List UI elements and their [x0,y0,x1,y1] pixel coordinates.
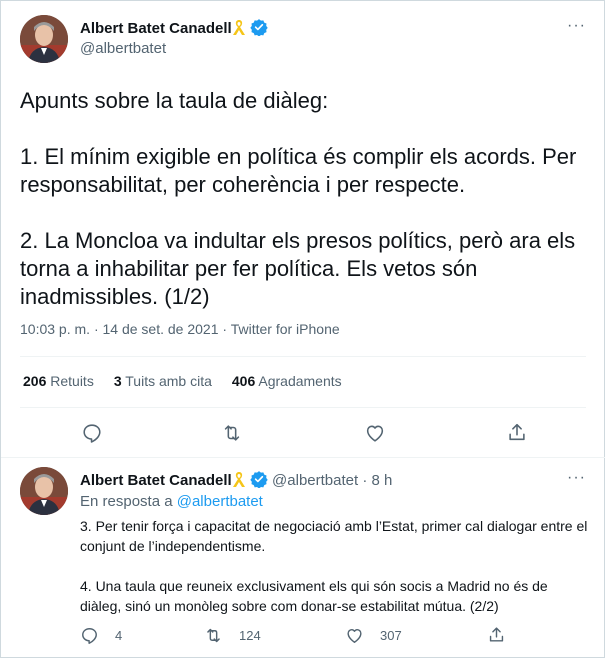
retweet-button[interactable] [221,422,243,449]
tweet-text: Apunts sobre la taula de diàleg: 1. El m… [20,87,586,311]
avatar-photo [20,15,68,63]
avatar-photo [20,467,68,515]
replying-to-handle[interactable]: @albertbatet [177,493,263,510]
tweet-paragraph: 3. Per tenir força i capacitat de negoci… [80,518,588,554]
tweet-meta: 10:03 p. m. · 14 de set. de 2021 · Twitt… [20,321,340,337]
tweet-thread: Albert Batet Canadell @albertbatet ··· A… [0,0,605,658]
retweet-icon [224,425,240,441]
share-button[interactable] [506,421,528,448]
tweet-paragraph: 2. La Moncloa va indultar els presos pol… [20,228,576,309]
stat-quotes[interactable]: 3 Tuits amb cita [114,373,212,389]
tweet-paragraph: 1. El mínim exigible en política és comp… [20,144,577,197]
retweet-button[interactable]: 124 [204,626,261,645]
share-button[interactable] [487,625,506,644]
share-icon [509,423,525,441]
author-handle[interactable]: @albertbatet [80,40,166,57]
like-icon [347,629,362,643]
verified-badge-icon [250,19,268,36]
tweet-stats: 206 Retuits 3 Tuits amb cita 406 Agradam… [23,373,342,389]
reply-header: Albert Batet Canadell @albertbatet · 8 h [80,470,392,489]
stat-retweets[interactable]: 206 Retuits [23,373,94,389]
meta-separator: · [222,321,228,337]
meta-separator: · [362,472,368,489]
avatar[interactable] [20,15,68,63]
tweet-paragraph: Apunts sobre la taula de diàleg: [20,88,329,113]
reply-button[interactable] [81,422,103,449]
reply-icon [82,628,97,644]
author-name[interactable]: Albert Batet Canadell [80,20,232,37]
reply-icon [83,424,101,443]
retweet-icon [207,628,220,643]
yellow-ribbon-icon [232,472,245,487]
tweet-source[interactable]: Twitter for iPhone [231,321,340,337]
tweet-age[interactable]: 8 h [372,472,393,489]
reply-count: 4 [115,628,123,643]
more-options-button[interactable]: ··· [567,17,586,35]
like-icon [366,425,384,442]
verified-badge-icon [250,471,268,488]
tweet-paragraph: 4. Una taula que reuneix exclusivament e… [80,578,548,614]
more-options-button[interactable]: ··· [567,469,586,487]
reply-button[interactable]: 4 [80,626,122,645]
replying-to-label: En resposta a [80,493,173,510]
replying-to: En resposta a @albertbatet [80,493,263,510]
reply-text: 3. Per tenir força i capacitat de negoci… [80,516,590,616]
like-button[interactable]: 307 [345,626,402,645]
retweet-count: 124 [239,628,261,643]
like-count: 307 [380,628,402,643]
author-handle[interactable]: @albertbatet [272,472,358,489]
stat-likes[interactable]: 406 Agradaments [232,373,342,389]
divider [20,356,586,357]
divider [1,457,605,458]
meta-separator: · [93,321,99,337]
author-name[interactable]: Albert Batet Canadell [80,472,232,489]
yellow-ribbon-icon [232,20,245,35]
avatar[interactable] [20,467,68,515]
tweet-date[interactable]: 14 de set. de 2021 [103,321,219,337]
tweet-time[interactable]: 10:03 p. m. [20,321,90,337]
share-icon [489,627,504,642]
like-button[interactable] [364,422,386,449]
divider [20,407,586,408]
